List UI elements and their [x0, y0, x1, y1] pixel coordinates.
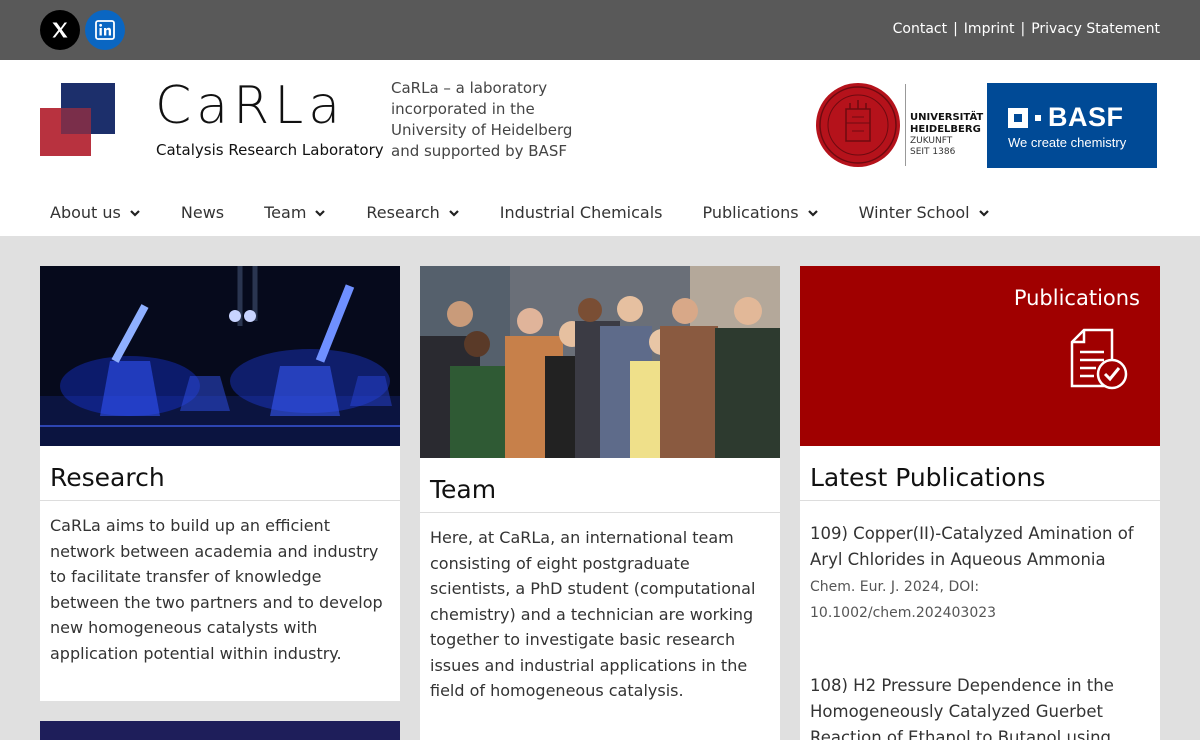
- nav-label: Publications: [702, 203, 799, 222]
- uni-line: SEIT 1386: [910, 147, 956, 157]
- nav-label: Winter School: [858, 203, 970, 222]
- brand-wordmark[interactable]: CaRLa: [155, 78, 345, 134]
- document-check-icon: [1070, 328, 1128, 390]
- university-wordmark[interactable]: UNIVERSITÄT HEIDELBERG ZUKUNFT SEIT 1386: [910, 112, 983, 158]
- publication-item[interactable]: 108) H2 Pressure Dependence in the Homog…: [800, 627, 1160, 740]
- nav-team[interactable]: Team: [264, 203, 326, 222]
- chevron-down-icon: [449, 209, 459, 217]
- publication-title[interactable]: 108) H2 Pressure Dependence in the Homog…: [800, 673, 1160, 740]
- team-photo-image[interactable]: [420, 266, 780, 458]
- nav-news[interactable]: News: [181, 203, 224, 222]
- nav-label: Industrial Chemicals: [499, 203, 663, 222]
- basf-logo[interactable]: BASF We create chemistry: [987, 83, 1157, 168]
- chevron-down-icon: [130, 209, 140, 217]
- brand-subtitle: Catalysis Research Laboratory: [156, 141, 384, 159]
- basf-mark: BASF: [1008, 102, 1124, 133]
- nav-label: Research: [366, 203, 440, 222]
- main-nav: About us News Team Research Industrial C…: [50, 203, 1030, 222]
- nav-label: News: [180, 203, 225, 222]
- linkedin-icon[interactable]: [85, 10, 125, 50]
- next-card-image[interactable]: [40, 721, 400, 740]
- publication-item[interactable]: 109) Copper(II)-Catalyzed Amination of A…: [800, 501, 1160, 627]
- nav-about-us[interactable]: About us: [50, 203, 141, 222]
- nav-label: About us: [50, 203, 121, 222]
- imprint-link[interactable]: Imprint: [964, 21, 1015, 37]
- carla-logo-icon[interactable]: [40, 83, 116, 159]
- uni-line: ZUKUNFT: [910, 136, 953, 146]
- separator: |: [953, 21, 958, 37]
- nav-research[interactable]: Research: [366, 203, 459, 222]
- top-links: Contact | Imprint | Privacy Statement: [893, 21, 1160, 37]
- team-title[interactable]: Team: [420, 458, 780, 513]
- nav-publications[interactable]: Publications: [703, 203, 819, 222]
- tagline-line: CaRLa – a laboratory: [391, 79, 548, 97]
- team-text: Here, at CaRLa, an international team co…: [430, 528, 756, 700]
- research-card: Research CaRLa aims to build up an effic…: [40, 266, 400, 701]
- uni-line: HEIDELBERG: [910, 124, 981, 135]
- basf-dot-icon: [1035, 114, 1041, 121]
- nav-label: Team: [264, 203, 307, 222]
- research-lab-image[interactable]: [40, 266, 400, 446]
- nav-winter-school[interactable]: Winter School: [859, 203, 990, 222]
- privacy-statement-link[interactable]: Privacy Statement: [1031, 21, 1160, 37]
- publication-journal: Chem. Eur. J. 2024, DOI:: [810, 579, 980, 595]
- contact-link[interactable]: Contact: [893, 21, 947, 37]
- basf-slogan: We create chemistry: [1008, 135, 1127, 150]
- publication-title[interactable]: 109) Copper(II)-Catalyzed Amination of A…: [800, 521, 1160, 573]
- publications-banner[interactable]: Publications: [800, 266, 1160, 446]
- top-bar: Contact | Imprint | Privacy Statement: [0, 0, 1200, 60]
- nav-industrial-chemicals[interactable]: Industrial Chemicals: [500, 203, 663, 222]
- latest-publications-title: Latest Publications: [800, 446, 1160, 501]
- research-title[interactable]: Research: [40, 446, 400, 501]
- chevron-down-icon: [315, 209, 326, 217]
- heidelberg-seal-icon[interactable]: [816, 83, 900, 167]
- x-icon[interactable]: [40, 10, 80, 50]
- separator: |: [1020, 21, 1026, 37]
- logo-divider: [905, 84, 906, 166]
- tagline: CaRLa – a laboratory incorporated in the…: [391, 78, 572, 162]
- basf-name: BASF: [1048, 102, 1124, 132]
- team-card: Team Here, at CaRLa, an international te…: [420, 266, 780, 740]
- tagline-line: and supported by BASF: [391, 142, 567, 160]
- publications-card: Publications Latest Publications 109) Co…: [800, 266, 1160, 740]
- chevron-down-icon: [807, 209, 818, 217]
- chevron-down-icon: [978, 209, 989, 217]
- publications-banner-label: Publications: [1013, 286, 1140, 310]
- basf-square-icon: [1008, 107, 1028, 128]
- tagline-line: incorporated in the: [391, 100, 535, 118]
- publication-doi: 10.1002/chem.202403023: [810, 605, 997, 621]
- uni-line: UNIVERSITÄT: [910, 112, 984, 123]
- tagline-line: University of Heidelberg: [391, 121, 573, 139]
- research-text: CaRLa aims to build up an efficient netw…: [50, 516, 383, 663]
